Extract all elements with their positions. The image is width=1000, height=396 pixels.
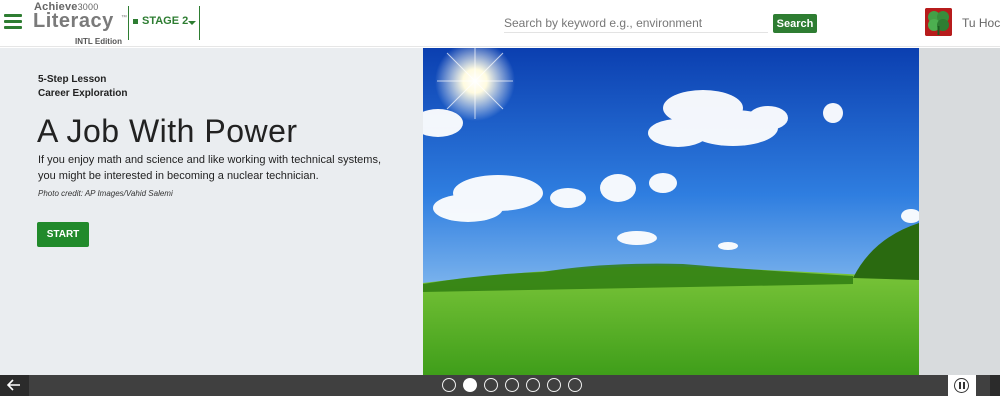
stage-square-icon <box>133 19 138 24</box>
slide-dot-2[interactable] <box>463 378 477 392</box>
top-header: Achieve3000 Literacy ™ INTL Edition STAG… <box>0 0 1000 47</box>
chevron-down-icon <box>188 21 196 25</box>
avatar[interactable] <box>925 8 952 36</box>
slide-dot-3[interactable] <box>484 378 498 392</box>
carousel-control-bar <box>0 375 1000 396</box>
username[interactable]: Tu Hoc <box>962 16 1000 30</box>
stage-label: STAGE 2 <box>142 15 189 27</box>
hamburger-menu-icon[interactable] <box>4 14 22 30</box>
lesson-info-panel: 5-Step Lesson Career Exploration A Job W… <box>0 48 423 375</box>
slide-dot-7[interactable] <box>568 378 582 392</box>
logo-trademark: ™ <box>121 15 127 21</box>
slide-dot-6[interactable] <box>547 378 561 392</box>
stage-selector[interactable]: STAGE 2 <box>128 6 200 40</box>
scrollbar-handle[interactable] <box>990 375 1000 396</box>
lesson-type: 5-Step Lesson <box>38 74 107 85</box>
pause-icon[interactable] <box>948 375 976 396</box>
slide-dot-1[interactable] <box>442 378 456 392</box>
lesson-title: A Job With Power <box>37 113 298 149</box>
hero-image <box>423 48 919 375</box>
right-gutter <box>919 48 1000 375</box>
photo-credit: Photo credit: AP Images/Vahid Salemi <box>38 189 173 198</box>
lesson-category: Career Exploration <box>38 88 128 99</box>
search-button[interactable]: Search <box>773 14 817 33</box>
logo-edition: INTL Edition <box>75 37 122 46</box>
search-input[interactable] <box>504 13 768 33</box>
logo[interactable]: Achieve3000 Literacy ™ INTL Edition <box>33 1 127 47</box>
slide-dot-4[interactable] <box>505 378 519 392</box>
logo-product: Literacy <box>33 10 114 32</box>
slide-dot-5[interactable] <box>526 378 540 392</box>
back-arrow-icon[interactable] <box>0 375 29 396</box>
lesson-summary: If you enjoy math and science and like w… <box>38 154 381 182</box>
start-button[interactable]: START <box>37 222 89 247</box>
